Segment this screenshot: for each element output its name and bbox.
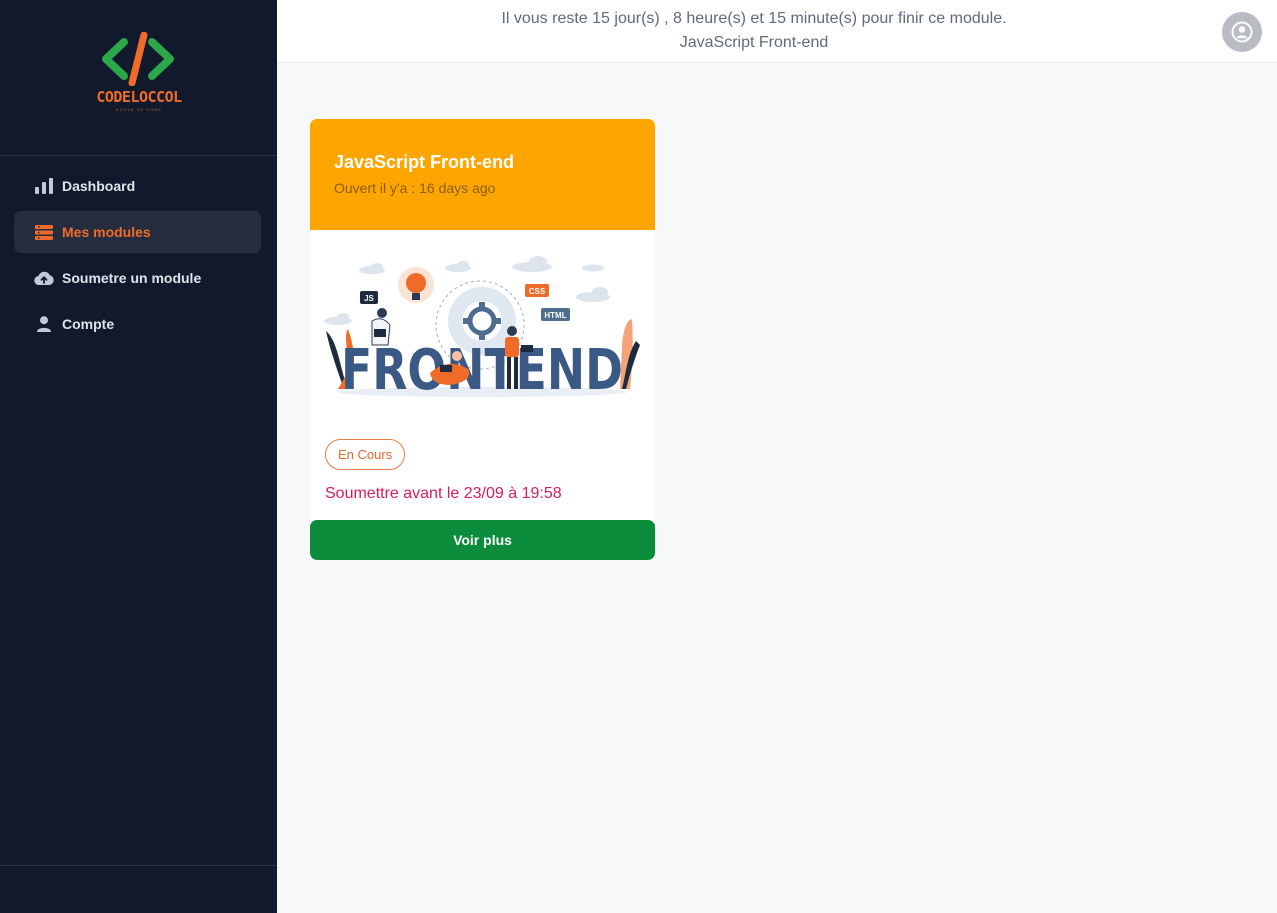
brand-tagline: ECOLE DE CODE: [116, 107, 162, 112]
bar-chart-icon: [34, 177, 54, 195]
css-tag: CSS: [525, 284, 549, 297]
frontend-word: FRONTEND: [341, 338, 623, 399]
module-card-header: JavaScript Front-end Ouvert il y'a : 16 …: [310, 119, 655, 230]
code-brackets-logo-icon: [102, 32, 174, 86]
list-icon: [34, 223, 54, 241]
module-title: JavaScript Front-end: [334, 152, 515, 172]
html-tag: HTML: [541, 308, 570, 321]
sidebar-item-compte[interactable]: Compte: [14, 303, 261, 345]
user-icon: [34, 315, 54, 333]
top-header: Il vous reste 15 jour(s) , 8 heure(s) et…: [277, 0, 1277, 63]
svg-text:HTML: HTML: [544, 311, 566, 320]
sidebar-item-label: Soumetre un module: [62, 270, 202, 286]
sidebar-item-label: Mes modules: [62, 224, 151, 240]
sidebar: CODELOCCOL ECOLE DE CODE Dashboard Mes m…: [0, 0, 277, 913]
status-badge: En Cours: [325, 439, 406, 470]
sidebar-divider: [0, 865, 277, 866]
user-avatar-button[interactable]: [1222, 12, 1262, 52]
frontend-illustration: JS CSS HTML FRONTEND: [324, 256, 640, 399]
svg-text:CSS: CSS: [529, 287, 546, 296]
cloud-upload-icon: [34, 269, 54, 287]
module-card: JavaScript Front-end Ouvert il y'a : 16 …: [310, 119, 655, 560]
countdown-text: Il vous reste 15 jour(s) , 8 heure(s) et…: [501, 10, 1007, 27]
sidebar-item-label: Compte: [62, 316, 115, 332]
logo[interactable]: CODELOCCOL ECOLE DE CODE: [0, 0, 277, 156]
js-tag: JS: [360, 291, 378, 304]
sidebar-item-label: Dashboard: [62, 178, 136, 194]
user-circle-icon: [1231, 21, 1253, 43]
sidebar-item-soumetre-module[interactable]: Soumetre un module: [14, 257, 261, 299]
current-module-name: JavaScript Front-end: [679, 34, 829, 51]
deadline-text: Soumettre avant le 23/09 à 19:58: [325, 485, 562, 502]
svg-text:JS: JS: [364, 294, 374, 303]
voir-plus-button[interactable]: Voir plus: [310, 520, 655, 560]
sidebar-item-dashboard[interactable]: Dashboard: [14, 165, 261, 207]
module-opened-text: Ouvert il y'a : 16 days ago: [334, 180, 496, 196]
sidebar-nav: Dashboard Mes modules Soumetre un module…: [14, 165, 261, 349]
sidebar-item-mes-modules[interactable]: Mes modules: [14, 211, 261, 253]
brand-name: CODELOCCOL: [96, 88, 182, 106]
lightbulb-icon: [398, 267, 434, 303]
